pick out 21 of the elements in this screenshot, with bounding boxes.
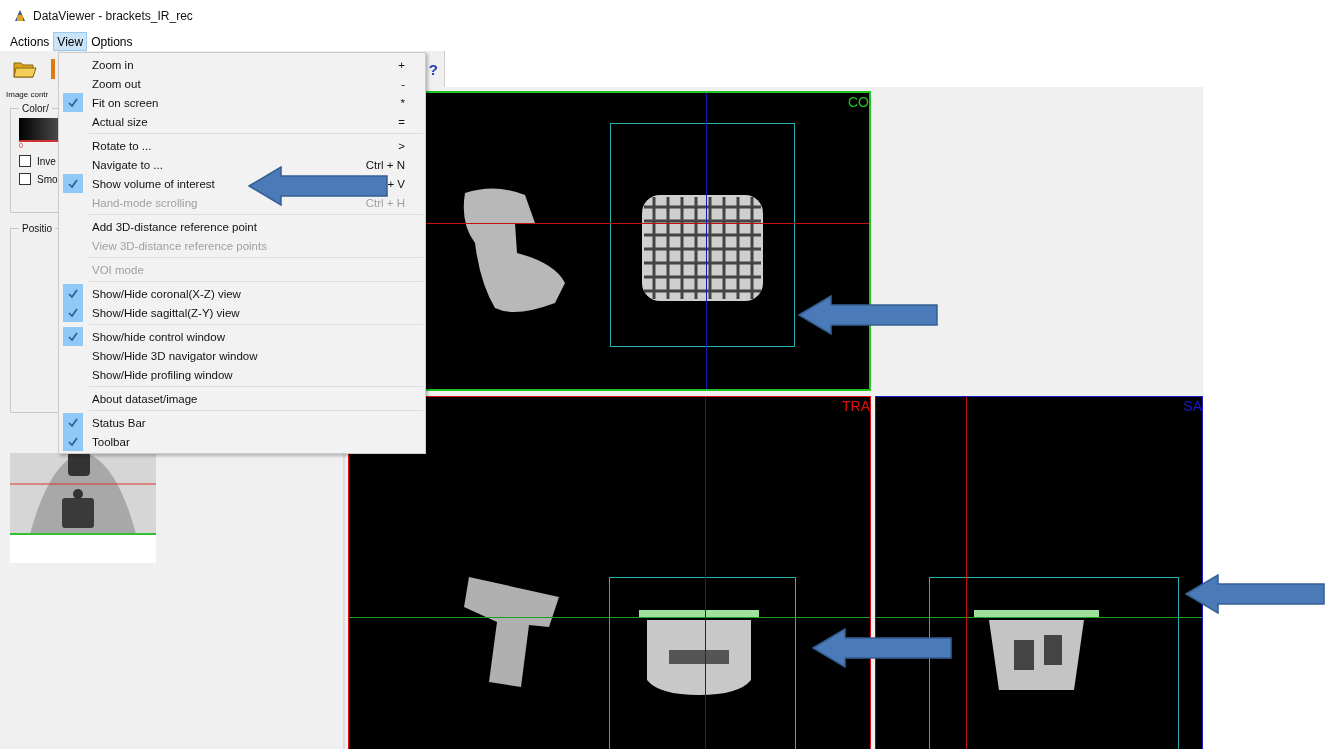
menu-bar-item[interactable]: Options <box>87 32 137 51</box>
menu-item[interactable]: Zoom in + <box>59 55 425 74</box>
group-label: Positio <box>21 223 53 234</box>
checkbox-label: Smo <box>37 173 58 185</box>
folder-icon[interactable] <box>13 59 37 79</box>
help-button[interactable]: ? <box>428 60 444 78</box>
view-label: SA <box>1183 398 1202 414</box>
ct-view-panel[interactable]: TRA <box>348 396 871 749</box>
menu-bar-item[interactable]: View <box>53 32 88 51</box>
checkbox[interactable] <box>19 155 31 167</box>
window-title: DataViewer - brackets_IR_rec <box>33 9 193 23</box>
menu-item[interactable]: Zoom out - <box>59 74 425 93</box>
app-icon <box>13 9 27 23</box>
group-label: Color/ <box>21 103 50 114</box>
checkbox-label: Inve <box>37 155 56 167</box>
panel-tab[interactable]: Image contr <box>6 90 49 99</box>
menu-bar-item[interactable]: Actions <box>6 32 54 51</box>
view-label: CO <box>848 94 869 110</box>
view-label: TRA <box>842 398 870 414</box>
voi-box[interactable] <box>610 123 795 347</box>
checkbox[interactable] <box>19 173 31 185</box>
